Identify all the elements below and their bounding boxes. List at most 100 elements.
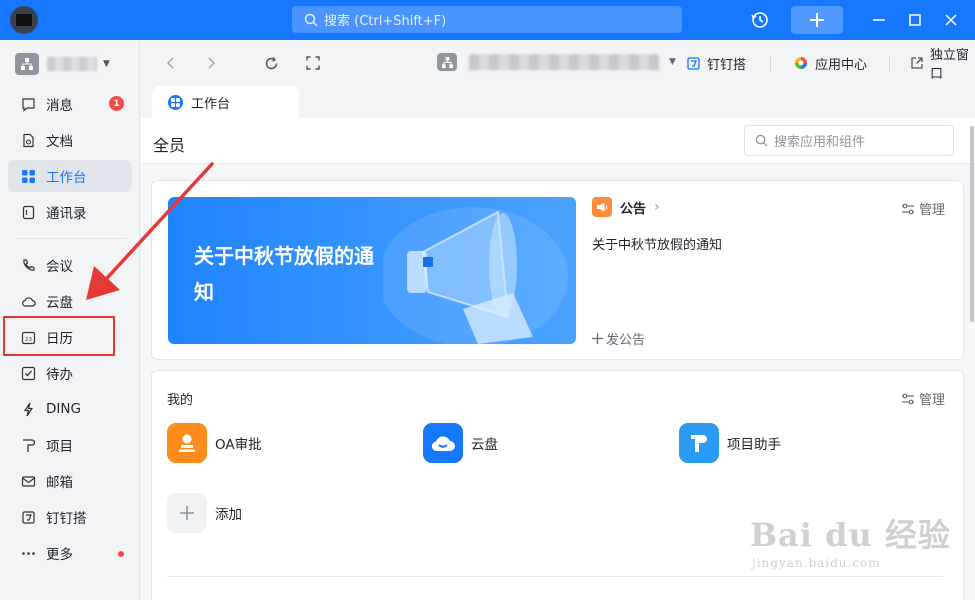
tab-workbench[interactable]: 工作台 xyxy=(152,86,299,118)
title-bar: 搜索 (Ctrl+Shift+F) xyxy=(0,0,975,40)
sidebar-item-label: 通讯录 xyxy=(46,206,87,222)
post-announcement-button[interactable]: 发公告 xyxy=(592,329,645,348)
chevron-down-icon: ▼ xyxy=(103,59,110,69)
contacts-icon xyxy=(20,204,36,220)
sidebar-item-mail[interactable]: 邮箱 xyxy=(8,465,132,497)
sidebar-item-label: 待办 xyxy=(46,367,73,383)
banner-title: 关于中秋节放假的通知 xyxy=(194,244,374,304)
sidebar-item-todo[interactable]: 待办 xyxy=(8,357,132,389)
page-title[interactable]: 全员 xyxy=(153,132,185,156)
mail-icon xyxy=(20,473,36,489)
standalone-window-link[interactable]: 独立窗口 xyxy=(910,48,975,82)
toolbar-divider xyxy=(770,57,771,71)
workbench-icon xyxy=(168,94,183,110)
sidebar-item-label: 更多 xyxy=(46,547,73,563)
toolbar-divider xyxy=(889,57,890,71)
sidebar-item-label: 钉钉搭 xyxy=(46,511,87,527)
maximize-button[interactable] xyxy=(903,8,927,32)
announcement-item[interactable]: 关于中秋节放假的通知 xyxy=(592,234,722,253)
user-avatar[interactable] xyxy=(10,6,38,34)
post-announcement-label: 发公告 xyxy=(606,333,646,348)
app-cloud-drive[interactable]: 云盘 xyxy=(423,423,498,463)
dingda-link[interactable]: 钉钉搭 xyxy=(685,53,746,73)
document-icon xyxy=(20,132,36,148)
oa-approval-icon xyxy=(167,423,207,463)
content-header: 全员 搜索应用和组件 xyxy=(141,118,975,164)
search-icon xyxy=(755,134,768,147)
sidebar-item-messages[interactable]: 消息 1 xyxy=(8,88,132,120)
my-apps-title: 我的 xyxy=(167,393,194,408)
sidebar-item-label: 会议 xyxy=(46,259,73,275)
sidebar-divider xyxy=(16,238,126,239)
cloud-icon xyxy=(20,293,36,309)
toolbar: ▼ 钉钉搭 应用中心 独立窗口 xyxy=(141,40,975,86)
app-search-placeholder: 搜索应用和组件 xyxy=(774,135,866,150)
calendar-highlight-box xyxy=(3,316,115,356)
section-divider xyxy=(167,576,943,577)
message-icon xyxy=(20,96,36,112)
sidebar-item-label: 工作台 xyxy=(46,170,87,186)
global-search-input[interactable]: 搜索 (Ctrl+Shift+F) xyxy=(292,6,682,33)
ding-icon xyxy=(20,401,36,417)
forward-icon[interactable] xyxy=(203,55,219,71)
baidu-jingyan-watermark: Bai du 经验 jingyan.baidu.com xyxy=(750,516,951,570)
app-center-link[interactable]: 应用中心 xyxy=(793,53,867,73)
org-breadcrumb[interactable]: ▼ xyxy=(437,53,676,71)
history-icon[interactable] xyxy=(748,8,772,32)
app-project-assistant[interactable]: 项目助手 xyxy=(679,423,781,463)
sidebar-item-more[interactable]: 更多 xyxy=(8,537,132,569)
sidebar-item-meeting[interactable]: 会议 xyxy=(8,249,132,281)
org-switcher[interactable]: ▼ xyxy=(15,52,110,76)
project-assistant-icon xyxy=(679,423,719,463)
chevron-down-icon: ▼ xyxy=(669,57,676,67)
global-search-placeholder: 搜索 (Ctrl+Shift+F) xyxy=(324,14,447,29)
sidebar-item-label: 邮箱 xyxy=(46,475,73,491)
tab-label: 工作台 xyxy=(191,96,231,112)
sliders-icon xyxy=(902,393,914,404)
cloud-drive-icon xyxy=(423,423,463,463)
close-button[interactable] xyxy=(939,8,963,32)
sidebar-item-label: 云盘 xyxy=(46,295,73,311)
plus-icon xyxy=(810,13,824,27)
add-app-label: 添加 xyxy=(215,507,242,523)
app-label: OA审批 xyxy=(215,437,262,453)
announcement-header[interactable]: 公告 › xyxy=(592,197,660,217)
app-label: 项目助手 xyxy=(727,437,781,453)
sidebar-item-dingda[interactable]: 钉钉搭 xyxy=(8,501,132,533)
announcement-card: 关于中秋节放假的通知 公告 › 管理 关于中秋节放假的通知 发公告 xyxy=(151,180,964,360)
workbench-icon xyxy=(20,168,36,184)
add-app-button[interactable]: 添加 xyxy=(167,493,242,533)
standalone-window-label: 独立窗口 xyxy=(930,48,970,82)
more-icon xyxy=(20,545,36,561)
app-search-input[interactable]: 搜索应用和组件 xyxy=(744,125,954,156)
app-center-icon xyxy=(793,55,809,71)
org-logo-icon xyxy=(437,53,457,71)
plus-icon xyxy=(592,333,603,344)
org-name-blurred xyxy=(47,57,97,71)
app-oa-approval[interactable]: OA审批 xyxy=(167,423,262,463)
sliders-icon xyxy=(902,203,914,214)
announcement-title: 公告 xyxy=(620,201,647,217)
sidebar-item-cloud[interactable]: 云盘 xyxy=(8,285,132,317)
megaphone-icon xyxy=(592,197,612,217)
sidebar-item-contacts[interactable]: 通讯录 xyxy=(8,196,132,228)
sidebar-item-workbench[interactable]: 工作台 xyxy=(8,160,132,192)
phone-icon xyxy=(20,257,36,273)
my-apps-manage-button[interactable]: 管理 xyxy=(901,389,945,408)
minimize-button[interactable] xyxy=(867,8,891,32)
external-window-icon xyxy=(910,55,924,71)
content-scrollbar[interactable] xyxy=(970,126,974,322)
todo-icon xyxy=(20,365,36,381)
fullscreen-icon[interactable] xyxy=(305,55,321,71)
sidebar-item-documents[interactable]: 文档 xyxy=(8,124,132,156)
create-button[interactable] xyxy=(791,6,843,34)
back-icon[interactable] xyxy=(163,55,179,71)
sidebar-item-label: 文档 xyxy=(46,134,73,150)
announcement-manage-button[interactable]: 管理 xyxy=(901,199,945,218)
sidebar-item-ding[interactable]: DING xyxy=(8,393,132,425)
refresh-icon[interactable] xyxy=(263,55,279,71)
announcement-banner[interactable]: 关于中秋节放假的通知 xyxy=(168,197,576,344)
manage-label: 管理 xyxy=(919,393,946,408)
chevron-right-icon: › xyxy=(654,199,660,215)
sidebar-item-project[interactable]: 项目 xyxy=(8,429,132,461)
